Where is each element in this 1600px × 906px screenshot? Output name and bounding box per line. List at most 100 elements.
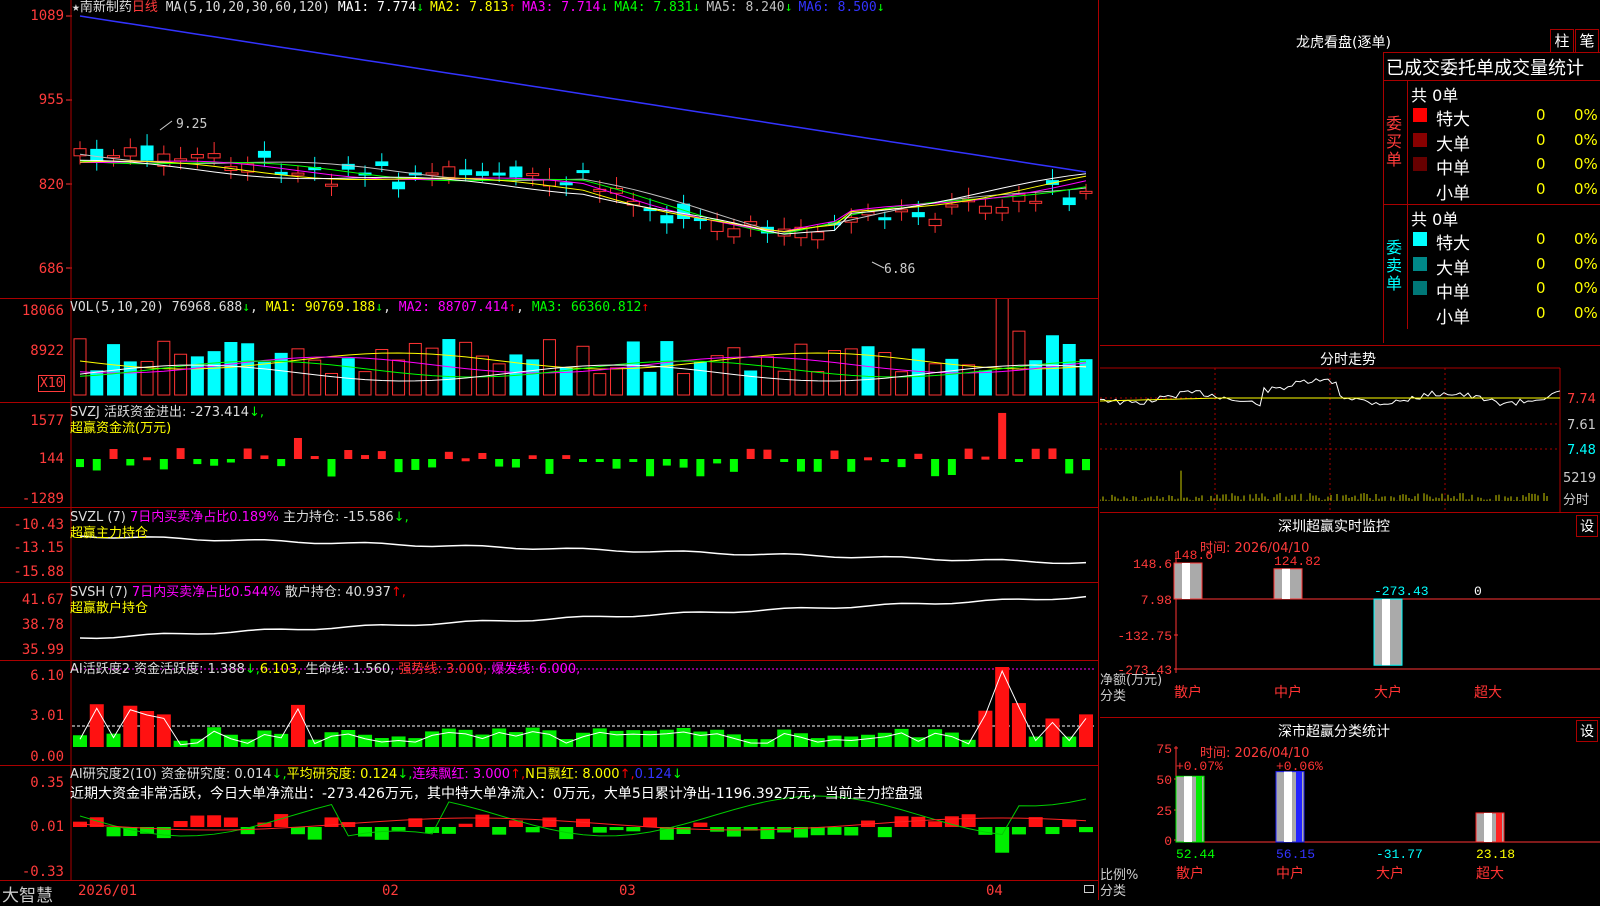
flow-bar [210, 459, 219, 466]
color-swatch [1413, 232, 1427, 246]
order-count: 0 [1536, 230, 1546, 248]
flow-bar [729, 459, 738, 472]
research-bar [492, 827, 507, 835]
down-arrow-icon: ↓ [416, 0, 424, 15]
class-category-label: 超大 [1476, 866, 1504, 882]
flow-bar [528, 455, 537, 459]
ai2-title: AI研究度2(10) 资金研究度: 0.014 [70, 767, 272, 782]
volume-bar [593, 373, 607, 396]
date-label: 04 [986, 883, 1003, 899]
class-bar-accent [1296, 771, 1302, 842]
volume-bar [777, 370, 791, 396]
order-count: 0 [1536, 254, 1546, 273]
volume-bar [861, 346, 875, 396]
activity-bar [341, 730, 356, 747]
ai1-axis-label: 6.10 [30, 668, 64, 684]
price-axis-label: 820 [38, 177, 64, 193]
fenshi-axis-label: 7.48 [1567, 443, 1596, 458]
vol-value: 76968.688 [171, 300, 243, 315]
flow-bar [981, 456, 990, 460]
tick-mode-button[interactable]: 笔 [1575, 29, 1599, 53]
class-category-label: 中户 [1276, 865, 1304, 882]
lock-icon[interactable] [1084, 885, 1094, 893]
monitor-bar-highlight [1282, 568, 1290, 599]
svzj-panel[interactable]: SVZJ 活跃资金进出: -273.414↓, 超赢资金流(万元) 1577 1… [0, 402, 1098, 508]
down-arrow-icon: ↓, [244, 662, 260, 677]
research-bar [592, 827, 607, 833]
monitor-chart: 148.67.98-132.75-273.43148.6散户124.82中户-2… [1117, 548, 1600, 701]
research-bar [928, 821, 943, 827]
activity-bar [324, 732, 339, 747]
up-arrow-icon: ↑, [619, 767, 635, 782]
volume-bar [1079, 359, 1093, 396]
candlestick [928, 218, 942, 227]
flow-bar [545, 459, 554, 474]
volume-bar [1062, 343, 1076, 396]
sell-section: 委卖单 共 0单 特大 0 0% 大单 0 0% 中单 0 0% 小单 0 0% [1384, 204, 1600, 329]
flow-bar [1014, 459, 1023, 462]
column-mode-button[interactable]: 柱 [1550, 29, 1574, 53]
activity-bar [358, 734, 373, 747]
volume-bar [844, 348, 858, 396]
order-count: 0 [1536, 155, 1546, 173]
star-icon: ★ [72, 0, 80, 15]
order-percent: 0% [1574, 155, 1598, 173]
volume-panel[interactable]: VOL(5,10,20) 76968.688↓, MA1: 90769.188↓… [0, 298, 1098, 403]
candlestick [811, 231, 825, 241]
fenshi-panel[interactable]: 分时走势 7.74 7.61 7.48 5219 分时 [1100, 345, 1600, 513]
ai1-value2: 6.103, [259, 662, 302, 677]
flow-bar [646, 459, 655, 477]
research-bar [877, 827, 892, 838]
flow-bar [293, 437, 302, 459]
flow-bar [226, 459, 235, 463]
activity-bar [290, 704, 305, 747]
flow-bar [461, 458, 470, 462]
ai2-value5: 0.124 [634, 767, 672, 782]
flow-bar [830, 450, 839, 459]
order-type-label: 小单 [1436, 307, 1470, 328]
volume-bar [760, 356, 774, 396]
price-panel[interactable]: ★南新制药日线 MA(5,10,20,30,60,120) MA1: 7.774… [0, 0, 1098, 298]
monitor-axis-label: 148.6 [1133, 557, 1172, 572]
flow-bar [595, 459, 604, 462]
candlestick [291, 172, 305, 176]
ai-activity-panel[interactable]: AI活跃度2 资金活跃度: 1.388↓,6.103, 生命线: 1.560, … [0, 660, 1098, 766]
flow-bar [260, 455, 269, 459]
period-label[interactable]: 日线 [132, 0, 158, 15]
activity-bar [894, 728, 909, 747]
fenshi-price-line [1100, 378, 1561, 407]
monitor-bar-value: -273.43 [1374, 584, 1429, 599]
flow-bar [746, 448, 755, 459]
svsh-header: SVSH (7) 7日内买卖净占比0.544% 散户持仓: 40.937↑, [70, 585, 406, 601]
ai1-header: AI活跃度2 资金活跃度: 1.388↓,6.103, 生命线: 1.560, … [70, 662, 580, 678]
volume-bar [811, 371, 825, 396]
kline-area[interactable]: ★南新制药日线 MA(5,10,20,30,60,120) MA1: 7.774… [0, 0, 1099, 906]
up-arrow-icon: ↑, [390, 585, 406, 600]
monitor-panel[interactable]: 深圳超赢实时监控 设 时间: 2026/04/10 148.6 7.98 -132.… [1100, 512, 1600, 718]
flow-bar [327, 459, 336, 477]
ai1-lifeline: 生命线: 1.560, [305, 662, 395, 677]
order-percent: 0% [1574, 179, 1598, 198]
activity-bar [659, 729, 674, 747]
svzl-header: SVZL (7) 7日内买卖净占比0.189% 主力持仓: -15.586↓, [70, 510, 409, 526]
svsh-panel[interactable]: SVSH (7) 7日内买卖净占比0.544% 散户持仓: 40.937↑, 超… [0, 582, 1098, 661]
monitor-bar-value: 148.6 [1174, 548, 1213, 563]
class-stats-panel[interactable]: 深市超赢分类统计 设 时间: 2026/04/10 75 50 25 0 52.44 散户… [1100, 717, 1600, 901]
candlestick [475, 171, 489, 176]
volume-bar [190, 356, 204, 396]
class-chart: 75 50 25 0 52.44 散户 56.15 中户 -31.77 大户 23.18 超大 +0.0… [1156, 742, 1600, 882]
activity-bar [525, 727, 540, 747]
activity-bar [877, 732, 892, 747]
flow-bar [444, 451, 453, 459]
activity-bar [609, 730, 624, 747]
date-label: 2026/01 [78, 883, 138, 899]
svsh-axis-label: 38.78 [21, 617, 64, 633]
flow-bar [92, 459, 101, 471]
ai2-header: AI研究度2(10) 资金研究度: 0.014↓,平均研究度: 0.124↓,连… [70, 767, 683, 783]
ai-research-panel[interactable]: AI研究度2(10) 资金研究度: 0.014↓,平均研究度: 0.124↓,连… [0, 765, 1098, 881]
research-bar [290, 827, 305, 835]
candlestick [325, 183, 338, 187]
flow-bar [344, 450, 353, 459]
svzl-panel[interactable]: SVZL (7) 7日内买卖净占比0.189% 主力持仓: -15.586↓, … [0, 507, 1098, 583]
flow-bar [947, 459, 956, 475]
